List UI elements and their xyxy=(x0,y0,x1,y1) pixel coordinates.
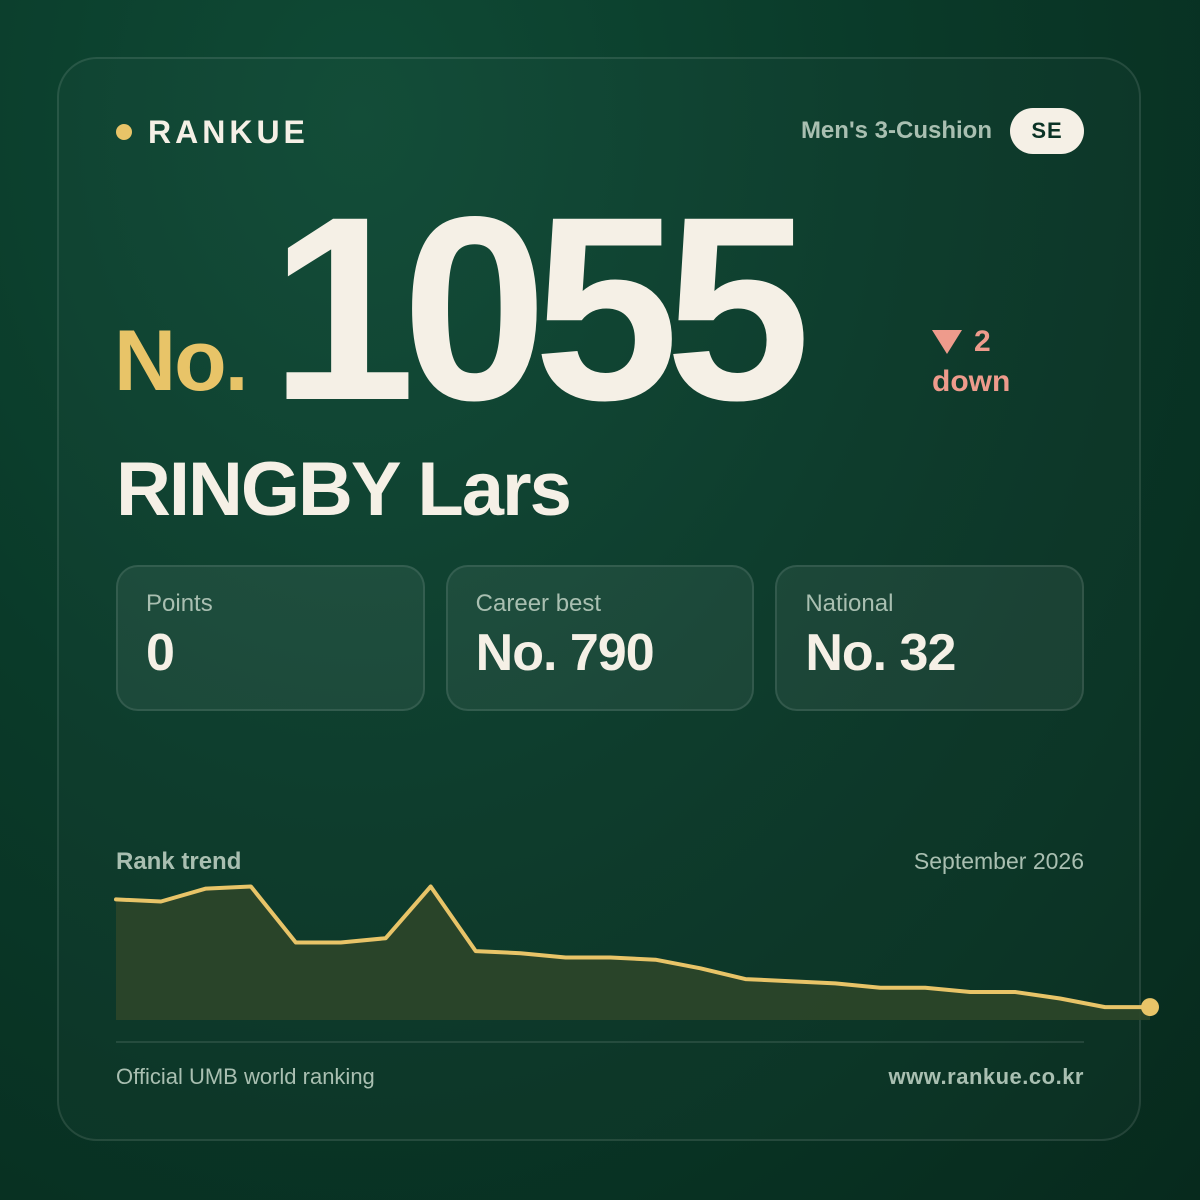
rank-change-label: down xyxy=(932,365,1011,398)
stat-value: No. 790 xyxy=(475,624,655,682)
stat-card-points: Points 0 xyxy=(116,565,425,711)
stats-row: Points 0 Career best No. 790 National No… xyxy=(116,565,1085,711)
brand-name: RANKUE xyxy=(148,113,309,150)
stat-value: 0 xyxy=(146,624,175,682)
trend-current-point xyxy=(1141,998,1159,1017)
stat-card-national: National No. 32 xyxy=(775,565,1085,711)
trend-date: September 2026 xyxy=(913,848,1084,874)
category-label: Men's 3-Cushion xyxy=(800,117,992,144)
stat-value: No. 32 xyxy=(805,624,956,682)
rank-prefix: No. xyxy=(114,313,249,409)
rank-change-value: 2 xyxy=(974,325,991,358)
source-note: Official UMB world ranking xyxy=(116,1064,375,1089)
player-name: RINGBY Lars xyxy=(116,447,572,532)
website-link[interactable]: www.rankue.co.kr xyxy=(889,1064,1084,1090)
brand-dot-icon xyxy=(116,124,132,140)
category-header: Men's 3-Cushion SE xyxy=(801,108,1084,154)
stat-label: Career best xyxy=(475,590,602,617)
triangle-down-icon xyxy=(932,330,962,354)
trend-label: Rank trend xyxy=(116,848,242,875)
country-badge: SE xyxy=(1010,108,1084,154)
rank-number: 1055 xyxy=(270,162,811,455)
rank-change: 2 down xyxy=(932,322,1010,402)
stat-label: Points xyxy=(146,590,213,617)
brand: RANKUE xyxy=(116,110,309,154)
stat-label: National xyxy=(805,590,894,617)
footer-divider xyxy=(116,1041,1084,1043)
stat-card-career-best: Career best No. 790 xyxy=(445,565,755,711)
